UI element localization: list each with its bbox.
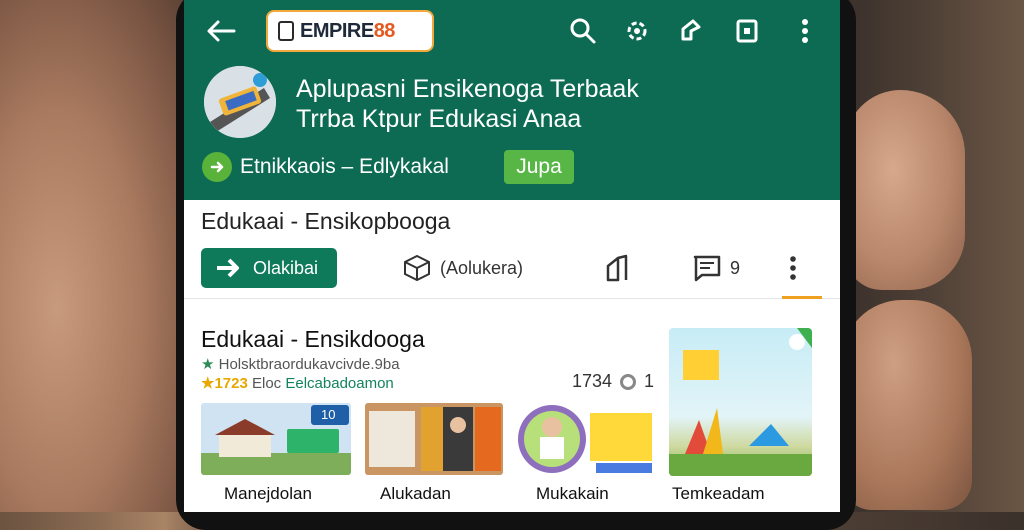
comment-icon: [693, 255, 721, 282]
downloads-extra: 1: [644, 371, 655, 391]
logo-text-accent: 88: [373, 19, 396, 42]
content-subtitle-text: Holsktbraordukavcivde.9ba: [218, 356, 400, 373]
phone-screen: EMPIRE88 Aplupasni Ensikenoga Terbaak Tr…: [184, 0, 840, 512]
app-title-line-1: Aplupasni Ensikenoga Terbaak: [296, 75, 639, 103]
content-card-1-label: Manejdolan: [224, 484, 312, 503]
downloads-value: 1734: [572, 371, 613, 391]
promo-banner[interactable]: [669, 328, 812, 476]
rating-stars-icon: ★: [201, 375, 215, 392]
app-title-line-2: Trrba Ktpur Edukasi Anaa: [296, 105, 582, 133]
background-hand: [0, 0, 190, 512]
logo-mark-icon: [278, 21, 294, 41]
share-action[interactable]: [604, 248, 634, 288]
toolbar-divider: [184, 298, 840, 299]
card-1-badge: 10: [321, 407, 336, 422]
content-card-2[interactable]: [365, 403, 503, 475]
developer-row[interactable]: Etnikkaois – Edlykakal: [202, 150, 449, 184]
category-label: (Aolukera): [440, 257, 524, 278]
brand-logo[interactable]: EMPIRE88: [266, 10, 434, 52]
content-rating: ★1723 Eloc Eelcabadoamon: [201, 374, 394, 392]
more-options-button[interactable]: [788, 248, 798, 288]
app-icon: [204, 66, 276, 138]
background-thumb: [845, 90, 965, 290]
install-label: Olakibai: [253, 257, 319, 278]
back-arrow-icon[interactable]: [204, 16, 238, 46]
box-icon: [404, 254, 430, 282]
content-card-2-label: Alukadan: [380, 484, 451, 503]
active-tab-indicator: [782, 296, 822, 299]
promo-image: [669, 328, 812, 476]
app-title: Aplupasni Ensikenoga Terbaak Trrba Ktpur…: [296, 74, 639, 134]
ring-icon: [620, 373, 637, 390]
more-vert-small-icon: [790, 256, 796, 280]
category-action[interactable]: (Aolukera): [402, 248, 523, 288]
content-card-3[interactable]: [516, 403, 654, 475]
content-card-3-label: Mukakain: [536, 484, 609, 503]
more-vert-icon[interactable]: [788, 14, 822, 48]
downloads-count: 1734 1: [572, 371, 654, 392]
developer-badge-icon: [202, 152, 232, 182]
bookmark-icon[interactable]: [730, 14, 764, 48]
comments-count: 9: [730, 257, 741, 278]
card-2-image: [365, 403, 503, 475]
app-header: EMPIRE88 Aplupasni Ensikenoga Terbaak Tr…: [184, 0, 840, 200]
join-button[interactable]: Jupa: [504, 150, 574, 184]
content-card-1[interactable]: 10: [201, 403, 351, 475]
search-icon[interactable]: [566, 14, 600, 48]
rating-text: Eloc: [252, 375, 282, 392]
card-3-image: [516, 403, 654, 475]
comments-action[interactable]: 9: [692, 248, 740, 288]
content-subtitle: ★ Holsktbraordukavcivde.9ba: [201, 356, 400, 373]
arrow-right-icon: [217, 258, 239, 278]
settings-gear-icon[interactable]: [620, 14, 654, 48]
section-title: Edukaai - Ensikopbooga: [201, 208, 451, 234]
install-button[interactable]: Olakibai: [201, 248, 337, 288]
background-finger: [842, 300, 972, 510]
content-title: Edukaai - Ensikdooga: [201, 326, 425, 352]
developer-name: Etnikkaois – Edlykakal: [240, 155, 449, 178]
rating-value: 1723: [214, 375, 248, 392]
promo-label: Temkeadam: [672, 484, 765, 503]
rating-label: Eelcabadoamon: [285, 375, 394, 392]
share-icon[interactable]: [674, 14, 708, 48]
share-outline-icon: [606, 254, 628, 282]
logo-text-main: EMPIRE: [300, 19, 374, 42]
